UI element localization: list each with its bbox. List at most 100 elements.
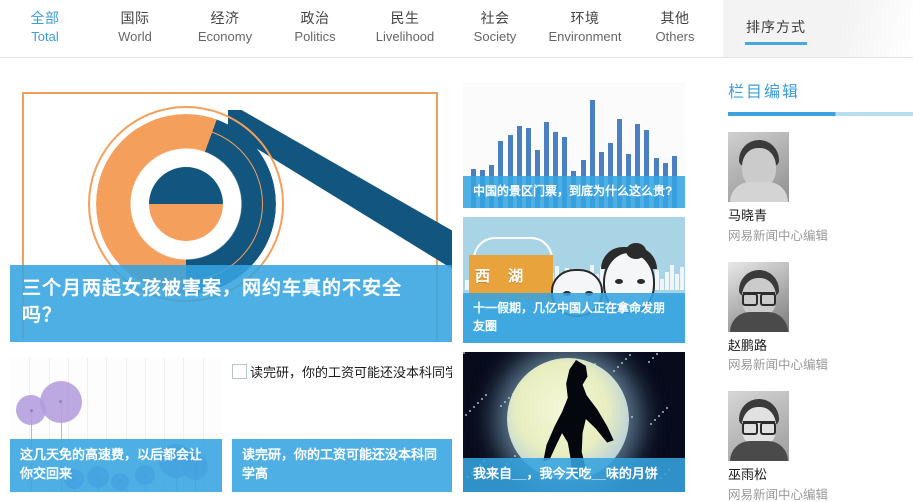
tab-politics-cn: 政治 xyxy=(300,10,330,26)
lake-sign-text: 西 湖 xyxy=(475,268,531,285)
star-10 xyxy=(613,370,615,372)
star-23 xyxy=(654,419,656,421)
star-58 xyxy=(629,354,631,356)
editor-name: 马晓青 xyxy=(728,208,768,223)
tab-environment-en: Environment xyxy=(548,29,622,45)
star-22 xyxy=(617,366,619,368)
tab-others[interactable]: 其他 Others xyxy=(630,0,720,47)
star-0 xyxy=(463,352,465,354)
sidebar-title: 栏目编辑 xyxy=(728,84,801,101)
tab-world-en: World xyxy=(118,29,152,45)
tab-livelihood-cn: 民生 xyxy=(390,10,420,26)
star-18 xyxy=(469,410,471,412)
broken-image-icon xyxy=(232,364,247,379)
card-hero-ride-hailing[interactable]: 三个月两起女孩被害案，网约车真的不安全吗？ xyxy=(10,82,452,342)
editor-name: 赵鹏路 xyxy=(728,337,768,353)
body-shape xyxy=(729,441,788,462)
tree-41 xyxy=(670,265,674,291)
bubble-2 xyxy=(39,380,82,423)
tab-total[interactable]: 全部 Total xyxy=(0,0,90,47)
glasses-shape xyxy=(741,291,776,306)
editor-name: 巫雨松 xyxy=(728,467,768,483)
star-43 xyxy=(514,455,516,457)
star-64 xyxy=(631,416,633,418)
card-postgrad-salary[interactable]: 读完研，你的工资可能还没本科同学高 读完研，你的工资可能还没本科同学高 xyxy=(232,358,452,492)
sidebar-title-rule xyxy=(728,112,913,116)
editor-item-2[interactable]: 赵鹏路 网易新闻中心编辑 xyxy=(728,261,913,376)
avatar xyxy=(728,391,789,462)
tab-world-cn: 国际 xyxy=(120,10,150,26)
star-11 xyxy=(650,423,652,425)
star-5 xyxy=(648,361,650,363)
card-broken-title: 读完研，你的工资可能还没本科同学高 xyxy=(232,439,452,492)
tab-others-cn: 其他 xyxy=(660,10,690,26)
tab-world[interactable]: 国际 World xyxy=(90,0,180,47)
star-1 xyxy=(500,405,502,407)
star-54 xyxy=(481,398,483,400)
star-30 xyxy=(473,406,475,408)
tab-livelihood-en: Livelihood xyxy=(375,29,435,45)
star-6 xyxy=(465,414,467,416)
sort-method-button[interactable]: 排序方式 xyxy=(746,17,806,37)
body-shape xyxy=(729,311,788,332)
eye-left-2 xyxy=(615,279,623,284)
card-hero-title: 三个月两起女孩被害案，网约车真的不安全吗？ xyxy=(10,264,452,342)
editor-role: 网易新闻中心编辑 xyxy=(728,358,829,373)
tab-society[interactable]: 社会 Society xyxy=(450,0,540,47)
eye-right-2 xyxy=(637,279,645,284)
tab-society-en: Society xyxy=(473,29,517,45)
sort-active-underline xyxy=(745,42,807,45)
tab-environment-cn: 环境 xyxy=(570,10,600,26)
category-tab-list: 全部 Total 国际 World 经济 Economy 政治 Politics… xyxy=(0,0,720,56)
star-29 xyxy=(656,353,658,355)
card-national-holiday-moments[interactable]: 西 湖 十一假期，几亿中国人正在拿命发朋友圈 xyxy=(463,217,685,343)
tree-38 xyxy=(655,270,659,291)
card-highway-toll[interactable]: 这几天免的高速费，以后都会让你交回来 xyxy=(10,358,222,492)
tab-total-cn: 全部 xyxy=(30,10,60,26)
avatar xyxy=(728,132,789,202)
tab-total-en: Total xyxy=(31,29,59,45)
editor-item-3[interactable]: 巫雨松 网易新闻中心编辑 xyxy=(728,391,913,502)
star-46 xyxy=(625,358,627,360)
star-13 xyxy=(504,401,506,403)
tab-society-cn: 社会 xyxy=(480,10,510,26)
broken-image-alt-text: 读完研，你的工资可能还没本科同学高 xyxy=(250,365,452,380)
card-scenic-ticket-price[interactable]: 中国的景区门票，到底为什么这么贵? xyxy=(463,82,685,208)
tab-politics[interactable]: 政治 Politics xyxy=(270,0,360,47)
editor-role: 网易新闻中心编辑 xyxy=(728,487,829,502)
star-34 xyxy=(621,362,623,364)
tab-economy-cn: 经济 xyxy=(210,10,240,26)
tab-economy[interactable]: 经济 Economy xyxy=(180,0,270,47)
star-42 xyxy=(477,402,479,404)
tree-42 xyxy=(675,274,679,291)
hair-bun xyxy=(626,243,646,259)
tab-others-en: Others xyxy=(655,29,695,45)
tree-40 xyxy=(665,272,669,291)
tab-economy-en: Economy xyxy=(197,29,253,45)
avatar xyxy=(728,261,789,332)
card-moon-title: 我来自__，我今天吃__味的月饼 xyxy=(463,458,685,492)
tab-livelihood[interactable]: 民生 Livelihood xyxy=(360,0,450,47)
editor-item-1[interactable]: 马晓青 网易新闻中心编辑 xyxy=(728,132,913,246)
page-root: 全部 Total 国际 World 经济 Economy 政治 Politics… xyxy=(0,0,913,502)
tree-43 xyxy=(680,267,684,291)
broken-image-row: 读完研，你的工资可能还没本科同学高 xyxy=(232,362,452,381)
sort-panel: 排序方式 xyxy=(723,0,913,57)
star-59 xyxy=(666,407,668,409)
card-mooncake-flavor[interactable]: 我来自__，我今天吃__味的月饼 xyxy=(463,352,685,492)
glasses-shape xyxy=(741,421,776,436)
star-35 xyxy=(658,415,660,417)
star-47 xyxy=(662,411,664,413)
star-66 xyxy=(485,394,487,396)
body-shape xyxy=(729,182,788,202)
tab-environment[interactable]: 环境 Environment xyxy=(540,0,630,47)
card-lake-title: 十一假期，几亿中国人正在拿命发朋友圈 xyxy=(463,293,685,343)
tree-39 xyxy=(660,279,664,291)
editor-role: 网易新闻中心编辑 xyxy=(728,228,829,243)
card-bubbles-title: 这几天免的高速费，以后都会让你交回来 xyxy=(10,439,222,492)
card-bars-title: 中国的景区门票，到底为什么这么贵? xyxy=(463,175,685,208)
center-dot xyxy=(149,167,223,241)
top-navigation: 全部 Total 国际 World 经济 Economy 政治 Politics… xyxy=(0,0,913,58)
tab-politics-en: Politics xyxy=(294,29,336,45)
star-17 xyxy=(652,357,654,359)
